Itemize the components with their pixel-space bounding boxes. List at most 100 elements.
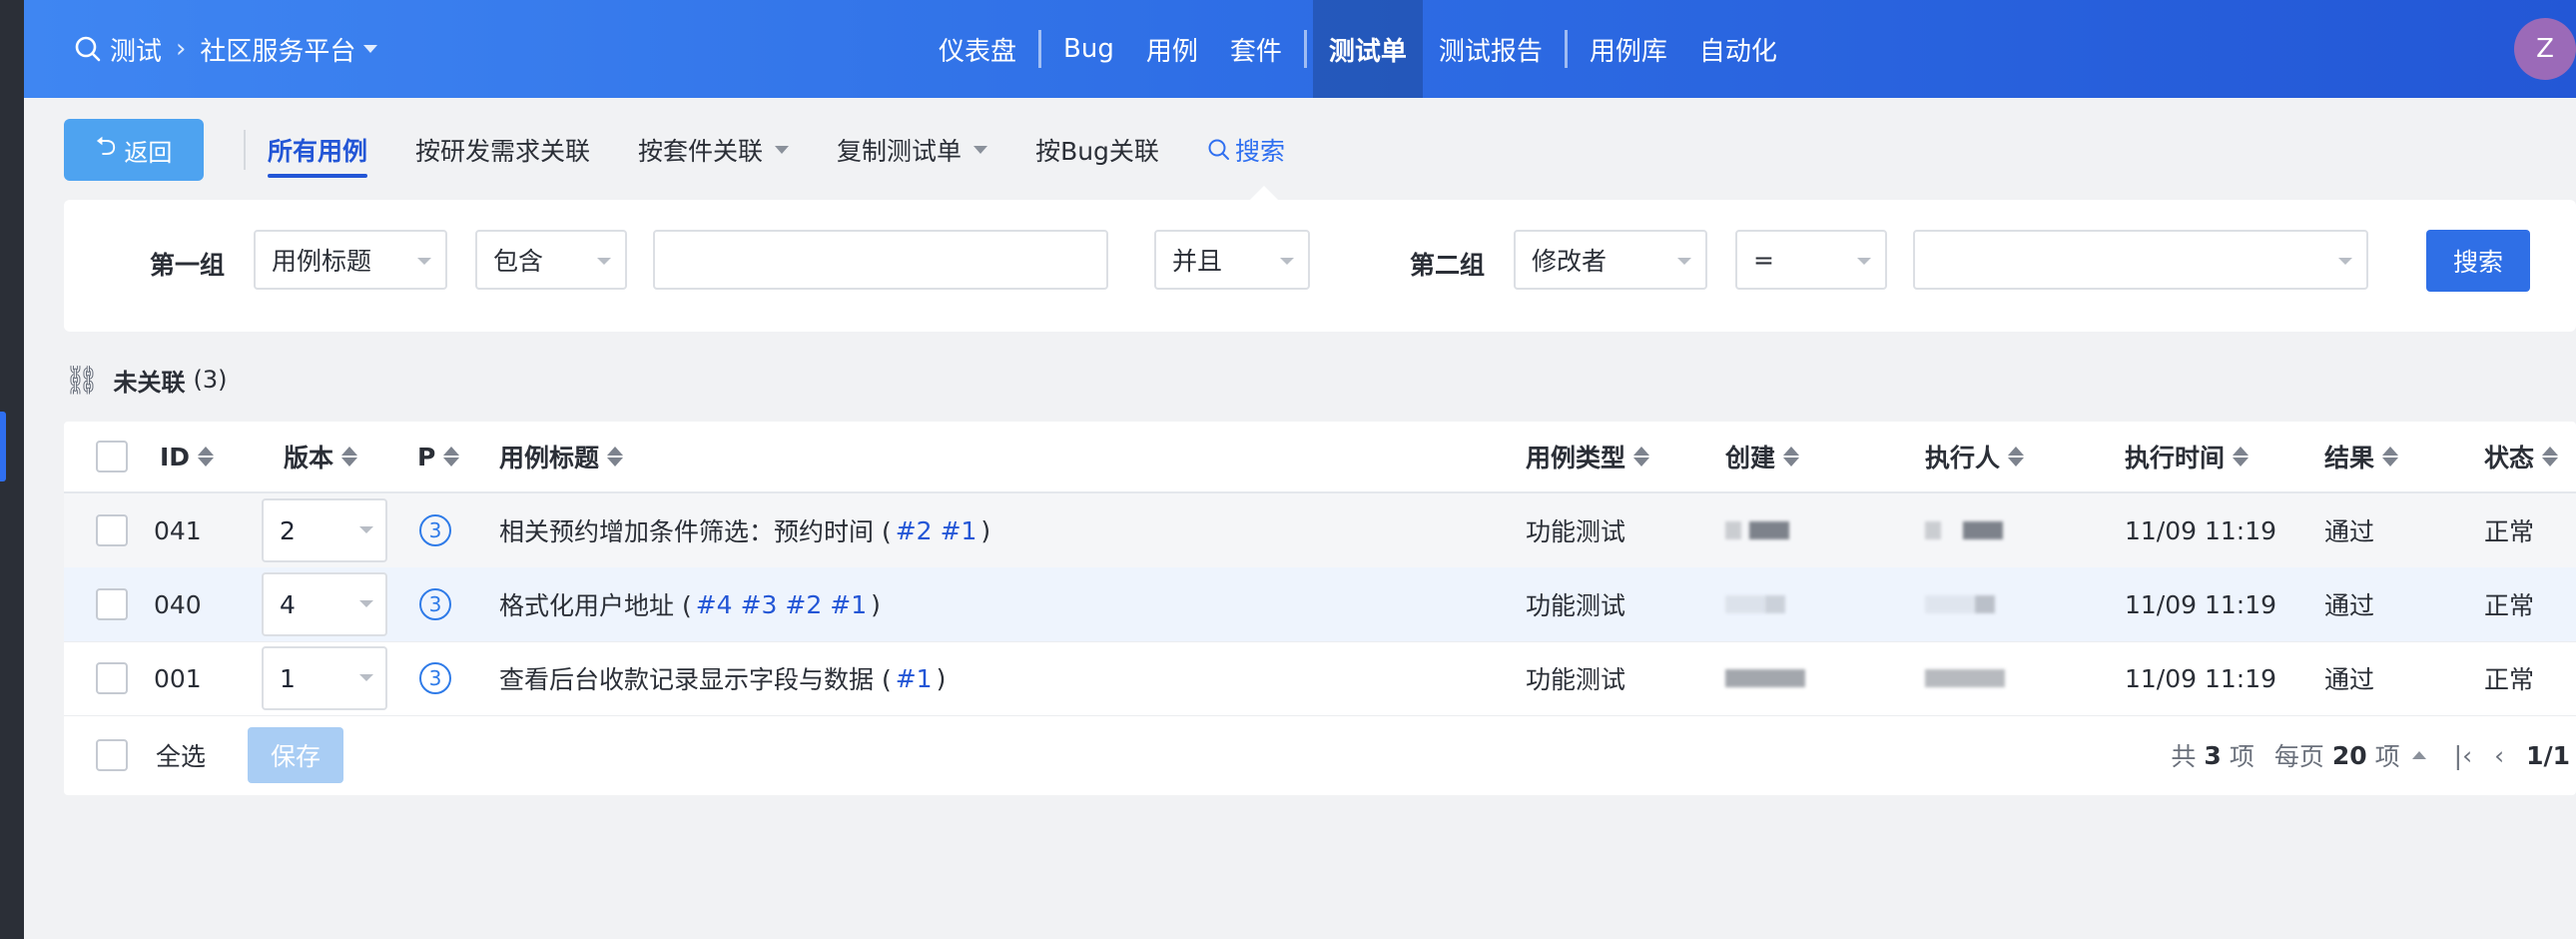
sort-icon[interactable]	[341, 447, 358, 467]
story-link[interactable]: #1	[896, 664, 933, 693]
nav-item-caselib[interactable]: 用例库	[1574, 0, 1683, 98]
col-status[interactable]: 状态	[2484, 422, 2559, 491]
row-title[interactable]: 相关预约增加条件筛选：预约时间 (	[499, 512, 892, 548]
total-prefix: 共	[2171, 742, 2197, 771]
col-type[interactable]: 用例类型	[1526, 422, 1650, 491]
save-button[interactable]: 保存	[248, 727, 343, 783]
nav-item-dashboard[interactable]: 仪表盘	[923, 0, 1032, 98]
tab-label: 按套件关联	[638, 137, 764, 166]
andor-select[interactable]: 并且	[1154, 230, 1310, 290]
tab-all-cases[interactable]: 所有用例	[268, 118, 368, 182]
back-button[interactable]: ⮌ 返回	[64, 119, 204, 181]
col-creator[interactable]: 创建	[1725, 422, 1800, 491]
nav-item-testtask[interactable]: 测试单	[1312, 0, 1423, 98]
nav-item-suite[interactable]: 套件	[1214, 0, 1298, 98]
breadcrumb-product[interactable]: 测试	[110, 31, 162, 68]
row-title[interactable]: 查看后台收款记录显示字段与数据 (	[499, 660, 892, 696]
row-checkbox[interactable]	[96, 514, 128, 546]
table-row[interactable]: 001 1 3 查看后台收款记录显示字段与数据 ( #1 ) 功能测试 11/0…	[64, 641, 2576, 716]
version-select[interactable]: 4	[262, 572, 387, 636]
per-page-prefix[interactable]: 每页	[2274, 737, 2324, 773]
row-title[interactable]: 格式化用户地址 (	[499, 586, 692, 622]
row-executor-redacted	[1925, 567, 1995, 641]
col-label: 用例类型	[1526, 444, 1626, 472]
nav-item-case[interactable]: 用例	[1130, 0, 1214, 98]
col-executor[interactable]: 执行人	[1925, 422, 2025, 491]
story-link[interactable]: #4	[696, 590, 733, 619]
row-exec-time: 11/09 11:19	[2125, 589, 2277, 619]
select-value: 包含	[493, 247, 544, 276]
row-priority-cell: 3	[419, 493, 451, 567]
tab-link-by-story[interactable]: 按研发需求关联	[415, 118, 590, 182]
table-row[interactable]: 041 2 3 相关预约增加条件筛选：预约时间 ( #2 #1 ) 功能测试 11…	[64, 493, 2576, 568]
avatar[interactable]: Z	[2514, 18, 2576, 80]
sort-icon[interactable]	[2382, 447, 2399, 467]
sort-icon[interactable]	[1783, 447, 1800, 467]
per-page-count[interactable]: 20	[2332, 741, 2367, 770]
sort-icon[interactable]	[2008, 447, 2025, 467]
version-select[interactable]: 2	[262, 498, 387, 562]
per-page-suffix[interactable]: 项	[2375, 737, 2400, 773]
chevron-down-icon	[417, 258, 431, 265]
nav-item-testreport[interactable]: 测试报告	[1423, 0, 1559, 98]
sort-icon[interactable]	[2542, 447, 2559, 467]
story-link[interactable]: #3	[741, 590, 778, 619]
chevron-down-icon[interactable]	[363, 45, 378, 53]
sort-icon[interactable]	[1633, 447, 1650, 467]
chevron-down-icon	[1677, 258, 1691, 265]
col-title[interactable]: 用例标题	[499, 422, 624, 491]
chevron-up-icon[interactable]	[2411, 751, 2426, 759]
search-button[interactable]: 搜索	[2426, 230, 2530, 292]
select-all-checkbox[interactable]	[96, 739, 128, 771]
tab-search[interactable]: 搜索	[1207, 118, 1285, 182]
total-suffix: 项	[2229, 742, 2254, 771]
first-page-icon[interactable]: |‹	[2454, 741, 2472, 770]
chevron-down-icon	[1857, 258, 1871, 265]
select-all-label[interactable]: 全选	[156, 715, 206, 795]
chevron-down-icon	[359, 526, 373, 533]
tab-copy-testtask[interactable]: 复制测试单	[837, 118, 988, 182]
table-row[interactable]: 040 4 3 格式化用户地址 ( #4 #3 #2 #1 ) 功能测试 11/09 …	[64, 567, 2576, 642]
row-checkbox[interactable]	[96, 662, 128, 694]
group1-operator-select[interactable]: 包含	[475, 230, 627, 290]
col-priority[interactable]: P	[417, 422, 460, 491]
group-count: (3)	[193, 366, 228, 394]
search-panel-pointer	[1250, 186, 1278, 200]
sort-icon[interactable]	[198, 447, 215, 467]
select-all-header-checkbox[interactable]	[96, 422, 128, 491]
undo-icon: ⮌	[95, 132, 117, 162]
breadcrumb-project[interactable]: 社区服务平台	[200, 31, 355, 68]
group1-field-select[interactable]: 用例标题	[254, 230, 447, 290]
row-title-close: )	[980, 515, 991, 545]
checkbox[interactable]	[96, 441, 128, 472]
left-sidebar-strip	[0, 0, 24, 939]
tab-label: 所有用例	[268, 137, 368, 166]
row-checkbox[interactable]	[96, 588, 128, 620]
chevron-down-icon	[775, 146, 790, 154]
search-icon[interactable]	[74, 35, 102, 63]
col-exec-time[interactable]: 执行时间	[2125, 422, 2250, 491]
tab-link-by-suite[interactable]: 按套件关联	[638, 118, 790, 182]
chevron-down-icon	[2338, 258, 2352, 265]
chevron-down-icon	[597, 258, 611, 265]
nav-item-bug[interactable]: Bug	[1047, 0, 1130, 98]
story-link[interactable]: #1	[941, 516, 977, 545]
story-link[interactable]: #2	[785, 590, 822, 619]
col-result[interactable]: 结果	[2324, 422, 2399, 491]
col-id[interactable]: ID	[160, 422, 215, 491]
group2-value-select[interactable]	[1913, 230, 2368, 290]
tab-link-by-bug[interactable]: 按Bug关联	[1035, 118, 1159, 182]
version-select[interactable]: 1	[262, 646, 387, 710]
sort-icon[interactable]	[2233, 447, 2250, 467]
nav-item-automation[interactable]: 自动化	[1683, 0, 1793, 98]
sort-icon[interactable]	[443, 447, 460, 467]
sort-icon[interactable]	[607, 447, 624, 467]
col-version[interactable]: 版本	[284, 422, 358, 491]
prev-page-icon[interactable]: ‹	[2494, 741, 2504, 770]
story-link[interactable]: #1	[830, 590, 867, 619]
story-link[interactable]: #2	[896, 516, 933, 545]
group1-value-input[interactable]	[653, 230, 1108, 290]
group2-operator-select[interactable]: =	[1735, 230, 1887, 290]
subnav-divider	[244, 130, 246, 170]
group2-field-select[interactable]: 修改者	[1514, 230, 1707, 290]
